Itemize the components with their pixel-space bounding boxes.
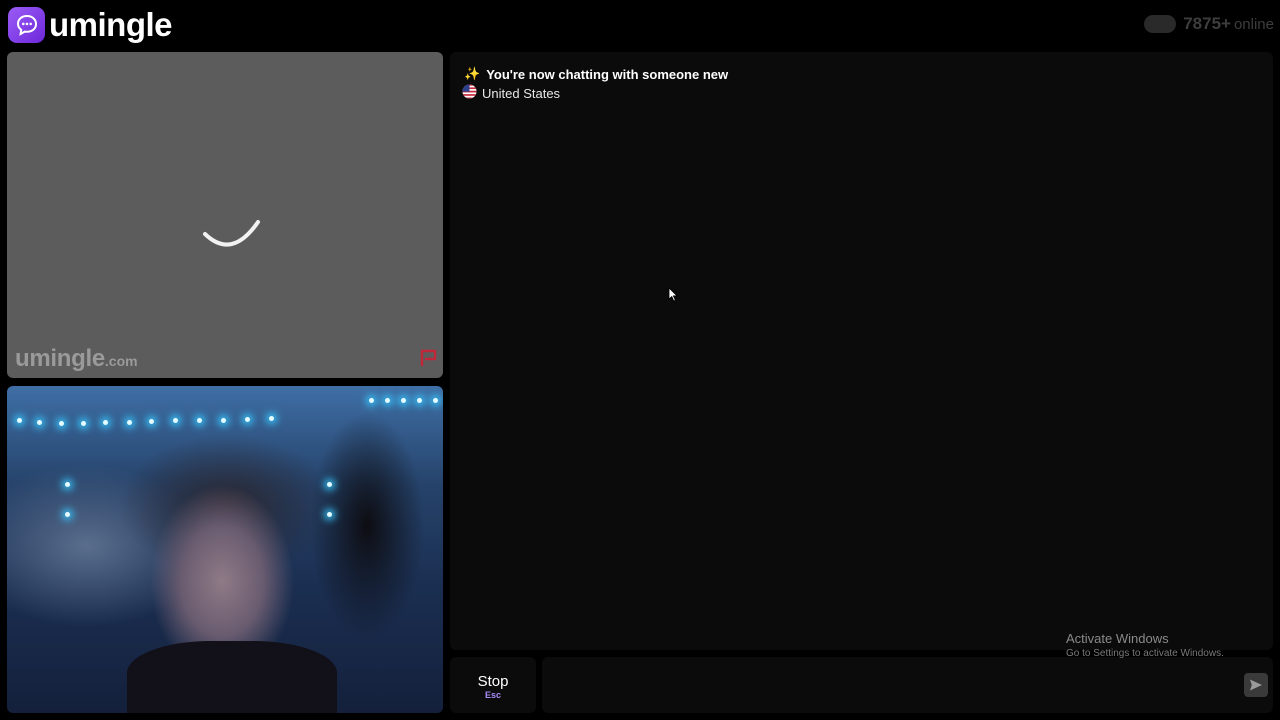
online-count: 7875+ bbox=[1183, 14, 1231, 33]
chat-panel: ✨ You're now chatting with someone new U… bbox=[450, 52, 1273, 650]
sparkle-icon: ✨ bbox=[464, 66, 481, 81]
led-lights bbox=[7, 398, 443, 517]
online-label: online bbox=[1233, 15, 1274, 33]
message-box bbox=[542, 657, 1273, 713]
logo[interactable]: umingle bbox=[8, 6, 173, 44]
stranger-video: umingle.com bbox=[7, 52, 443, 378]
stop-button[interactable]: Stop Esc bbox=[450, 657, 536, 713]
watermark-main: umingle bbox=[15, 345, 105, 372]
umingle-watermark: umingle.com bbox=[15, 345, 138, 373]
us-flag-icon bbox=[462, 84, 477, 102]
system-message: ✨ You're now chatting with someone new bbox=[464, 66, 728, 82]
stop-shortcut: Esc bbox=[484, 690, 501, 700]
toggle-switch[interactable] bbox=[1144, 15, 1177, 33]
country-name: United States bbox=[482, 85, 561, 101]
mouse-cursor-icon bbox=[668, 287, 678, 307]
online-indicator: 7875+ online bbox=[1144, 14, 1274, 34]
person-silhouette bbox=[127, 641, 337, 713]
loading-spinner-icon bbox=[197, 204, 267, 269]
chat-bubble-icon bbox=[8, 7, 45, 43]
activation-subtitle: Go to Settings to activate Windows. bbox=[1066, 648, 1224, 659]
self-video bbox=[7, 386, 443, 713]
system-message-text: You're now chatting with someone new bbox=[486, 66, 729, 82]
windows-activation-watermark: Activate Windows Go to Settings to activ… bbox=[1066, 631, 1224, 659]
send-icon[interactable] bbox=[1244, 673, 1268, 697]
activation-title: Activate Windows bbox=[1066, 631, 1169, 646]
header: umingle 7875+ online bbox=[0, 0, 1280, 50]
logo-text: umingle bbox=[49, 6, 173, 43]
stop-label: Stop bbox=[477, 673, 509, 690]
report-flag-icon[interactable] bbox=[419, 349, 439, 372]
watermark-domain: .com bbox=[104, 353, 138, 369]
country-info: United States bbox=[462, 84, 560, 102]
message-input[interactable] bbox=[542, 657, 1222, 713]
